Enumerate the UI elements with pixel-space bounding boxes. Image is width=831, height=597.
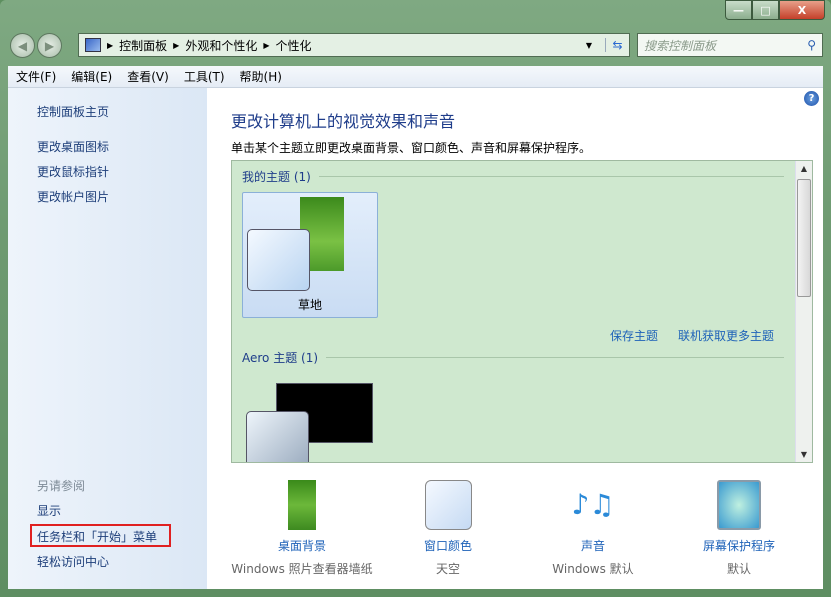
search-icon[interactable]: ⚲	[807, 38, 816, 52]
aero-window-thumbnail	[246, 411, 309, 463]
window-color-icon	[425, 480, 472, 530]
control-panel-icon	[85, 38, 101, 52]
forward-button[interactable]: ▶	[37, 33, 62, 58]
help-icon[interactable]: ?	[804, 91, 819, 106]
vertical-scrollbar[interactable]: ▲ ▼	[795, 161, 812, 462]
menu-help[interactable]: 帮助(H)	[240, 68, 282, 85]
refresh-icon[interactable]: ⇆	[605, 38, 629, 52]
sidebar: 控制面板主页 更改桌面图标 更改鼠标指针 更改帐户图片 另请参阅 显示 任务栏和…	[8, 88, 207, 589]
setting-name[interactable]: 屏幕保护程序	[654, 537, 824, 554]
main-pane: ? 更改计算机上的视觉效果和声音 单击某个主题立即更改桌面背景、窗口颜色、声音和…	[207, 88, 823, 589]
sidebar-account-picture-link[interactable]: 更改帐户图片	[37, 188, 109, 205]
breadcrumb-personalization[interactable]: 个性化	[276, 37, 312, 54]
window-color-thumbnail	[247, 229, 310, 291]
scroll-up-icon[interactable]: ▲	[796, 164, 812, 173]
setting-value: Windows 默认	[508, 560, 678, 577]
setting-name[interactable]: 桌面背景	[217, 537, 387, 554]
menu-file[interactable]: 文件(F)	[16, 68, 56, 85]
page-subtitle: 单击某个主题立即更改桌面背景、窗口颜色、声音和屏幕保护程序。	[231, 139, 591, 156]
menu-tools[interactable]: 工具(T)	[184, 68, 225, 85]
maximize-button[interactable]: □	[752, 0, 779, 20]
page-title: 更改计算机上的视觉效果和声音	[231, 108, 455, 132]
get-more-themes-link[interactable]: 联机获取更多主题	[678, 327, 774, 344]
chevron-right-icon: ▶	[263, 41, 269, 50]
scroll-down-icon[interactable]: ▼	[796, 450, 812, 459]
sidebar-mouse-pointer-link[interactable]: 更改鼠标指针	[37, 163, 109, 180]
sidebar-home-link[interactable]: 控制面板主页	[37, 103, 109, 120]
screensaver-monitor-icon	[717, 480, 761, 530]
save-theme-link[interactable]: 保存主题	[610, 327, 658, 344]
setting-value: Windows 照片查看器墙纸	[217, 560, 387, 577]
menu-bar: 文件(F) 编辑(E) 查看(V) 工具(T) 帮助(H)	[8, 66, 823, 88]
back-button[interactable]: ◀	[10, 33, 35, 58]
screensaver-item[interactable]: 屏幕保护程序 默认	[654, 480, 824, 577]
theme-name: 草地	[243, 296, 377, 313]
scroll-thumb[interactable]	[797, 179, 811, 297]
nav-buttons: ◀ ▶	[10, 33, 62, 58]
group-aero-themes: Aero 主题 (1)	[242, 349, 784, 366]
music-keyboard-icon: ♪♫	[568, 480, 618, 530]
wallpaper-icon	[288, 480, 316, 530]
group-label: 我的主题 (1)	[242, 168, 311, 185]
sidebar-ease-of-access-link[interactable]: 轻松访问中心	[37, 553, 109, 570]
theme-tile-grass[interactable]: 草地	[242, 192, 378, 318]
dropdown-icon[interactable]: ▼	[579, 41, 599, 50]
menu-view[interactable]: 查看(V)	[127, 68, 169, 85]
group-my-themes: 我的主题 (1)	[242, 168, 784, 185]
setting-name[interactable]: 声音	[508, 537, 678, 554]
see-also-heading: 另请参阅	[37, 477, 85, 494]
minimize-button[interactable]: —	[725, 0, 752, 20]
sidebar-display-link[interactable]: 显示	[37, 502, 61, 519]
chevron-right-icon: ▶	[107, 41, 113, 50]
search-input[interactable]: 搜索控制面板	[644, 37, 716, 54]
group-label: Aero 主题 (1)	[242, 349, 318, 366]
close-button[interactable]: X	[779, 0, 825, 20]
chevron-right-icon: ▶	[173, 41, 179, 50]
setting-value: 默认	[654, 560, 824, 577]
address-bar[interactable]: ▶ 控制面板 ▶ 外观和个性化 ▶ 个性化 ▼ ⇆	[78, 33, 630, 57]
breadcrumb-appearance[interactable]: 外观和个性化	[185, 37, 257, 54]
desktop-background-item[interactable]: 桌面背景 Windows 照片查看器墙纸	[217, 480, 387, 577]
menu-edit[interactable]: 编辑(E)	[71, 68, 112, 85]
sound-item[interactable]: ♪♫ 声音 Windows 默认	[508, 480, 678, 577]
search-box[interactable]: 搜索控制面板 ⚲	[637, 33, 823, 57]
theme-list: 我的主题 (1) 草地 保存主题 联机获取更多主题 Aero 主题 (1) ▲ …	[231, 160, 813, 463]
breadcrumb-control-panel[interactable]: 控制面板	[119, 37, 167, 54]
highlight-box	[30, 524, 171, 547]
sidebar-desktop-icons-link[interactable]: 更改桌面图标	[37, 138, 109, 155]
caption-buttons: — □ X	[725, 0, 825, 20]
